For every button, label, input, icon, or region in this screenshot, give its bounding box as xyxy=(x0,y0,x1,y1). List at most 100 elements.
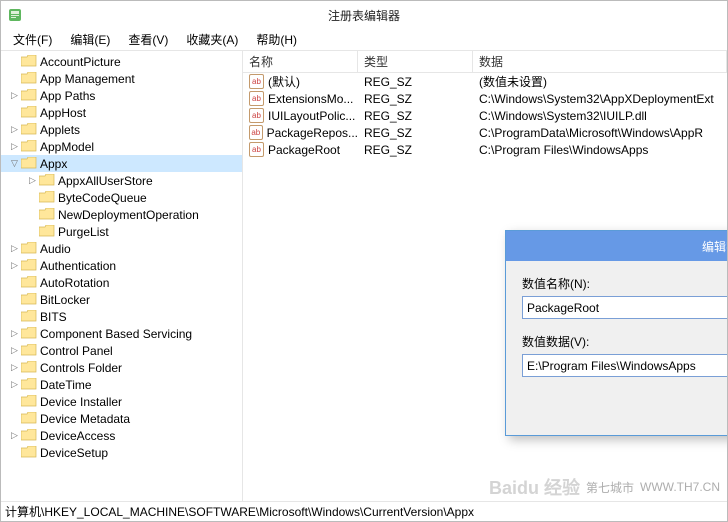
expander-icon[interactable]: ▷ xyxy=(9,430,20,441)
tree-label: DeviceAccess xyxy=(40,429,115,443)
expander-icon[interactable]: ▽ xyxy=(9,158,20,169)
folder-icon xyxy=(21,344,37,357)
expander-icon[interactable]: ▷ xyxy=(9,260,20,271)
tree-item[interactable]: ByteCodeQueue xyxy=(1,189,242,206)
menu-help[interactable]: 帮助(H) xyxy=(248,29,305,50)
tree-label: AppHost xyxy=(40,106,86,120)
tree-label: Controls Folder xyxy=(40,361,122,375)
value-name: IUILayoutPolic... xyxy=(268,109,355,123)
col-data[interactable]: 数据 xyxy=(473,51,727,72)
expander-icon[interactable] xyxy=(9,294,20,305)
dialog-titlebar[interactable]: 编辑字符串 xyxy=(506,231,727,261)
tree-pane[interactable]: AccountPictureApp Management▷App Paths Ap… xyxy=(1,51,243,501)
tree-item[interactable]: DeviceSetup xyxy=(1,444,242,461)
menu-file[interactable]: 文件(F) xyxy=(5,29,60,50)
tree-item[interactable]: NewDeploymentOperation xyxy=(1,206,242,223)
tree-label: NewDeploymentOperation xyxy=(58,208,199,222)
tree-item[interactable]: ▷Control Panel xyxy=(1,342,242,359)
folder-icon xyxy=(21,310,37,323)
tree-item[interactable]: ▷Audio xyxy=(1,240,242,257)
folder-icon xyxy=(21,89,37,102)
expander-icon[interactable]: ▷ xyxy=(9,328,20,339)
folder-icon xyxy=(21,55,37,68)
expander-icon[interactable]: ▷ xyxy=(9,141,20,152)
list-row[interactable]: ab(默认)REG_SZ(数值未设置) xyxy=(243,73,727,90)
edit-string-dialog: 编辑字符串 数值名称(N): 数值数据(V): 确定 取消 xyxy=(505,230,727,436)
tree-item[interactable]: App Management xyxy=(1,70,242,87)
expander-icon[interactable] xyxy=(9,56,20,67)
folder-icon xyxy=(21,140,37,153)
tree-item[interactable]: ▷ AppModel xyxy=(1,138,242,155)
tree-item[interactable]: ▷Authentication xyxy=(1,257,242,274)
expander-icon[interactable] xyxy=(27,192,38,203)
col-name[interactable]: 名称 xyxy=(243,51,358,72)
list-row[interactable]: abPackageRootREG_SZC:\Program Files\Wind… xyxy=(243,141,727,158)
tree-item[interactable]: ▷ DeviceAccess xyxy=(1,427,242,444)
expander-icon[interactable] xyxy=(9,413,20,424)
value-type: REG_SZ xyxy=(358,75,473,89)
folder-icon xyxy=(21,106,37,119)
expander-icon[interactable]: ▷ xyxy=(9,124,20,135)
value-type: REG_SZ xyxy=(358,126,473,140)
folder-icon xyxy=(39,191,55,204)
tree-label: AppModel xyxy=(40,140,94,154)
menu-edit[interactable]: 编辑(E) xyxy=(62,29,118,50)
folder-icon xyxy=(21,361,37,374)
tree-item[interactable]: Device Metadata xyxy=(1,410,242,427)
folder-icon xyxy=(39,208,55,221)
expander-icon[interactable] xyxy=(27,226,38,237)
tree-item[interactable]: AutoRotation xyxy=(1,274,242,291)
tree-label: AutoRotation xyxy=(40,276,109,290)
expander-icon[interactable] xyxy=(9,396,20,407)
tree-item[interactable]: ▽ Appx xyxy=(1,155,242,172)
tree-item[interactable]: AppHost xyxy=(1,104,242,121)
value-data-label: 数值数据(V): xyxy=(522,333,727,350)
status-path: 计算机\HKEY_LOCAL_MACHINE\SOFTWARE\Microsof… xyxy=(5,503,474,520)
folder-icon xyxy=(21,123,37,136)
expander-icon[interactable]: ▷ xyxy=(9,345,20,356)
tree-item[interactable]: ▷ Controls Folder xyxy=(1,359,242,376)
tree-item[interactable]: AccountPicture xyxy=(1,53,242,70)
tree-item[interactable]: ▷AppxAllUserStore xyxy=(1,172,242,189)
tree-item[interactable]: ▷Component Based Servicing xyxy=(1,325,242,342)
expander-icon[interactable]: ▷ xyxy=(9,362,20,373)
list-row[interactable]: abPackageRepos...REG_SZC:\ProgramData\Mi… xyxy=(243,124,727,141)
window-title: 注册表编辑器 xyxy=(328,7,400,24)
menu-view[interactable]: 查看(V) xyxy=(120,29,176,50)
expander-icon[interactable] xyxy=(9,73,20,84)
titlebar: 注册表编辑器 xyxy=(1,1,727,29)
expander-icon[interactable] xyxy=(9,107,20,118)
expander-icon[interactable]: ▷ xyxy=(9,379,20,390)
expander-icon[interactable]: ▷ xyxy=(9,90,20,101)
expander-icon[interactable] xyxy=(9,277,20,288)
menu-favorites[interactable]: 收藏夹(A) xyxy=(178,29,246,50)
folder-icon xyxy=(21,327,37,340)
tree-label: Appx xyxy=(40,157,67,171)
tree-item[interactable]: Device Installer xyxy=(1,393,242,410)
folder-icon xyxy=(21,259,37,272)
folder-icon xyxy=(21,242,37,255)
tree-item[interactable]: BITS xyxy=(1,308,242,325)
list-row[interactable]: abIUILayoutPolic...REG_SZC:\Windows\Syst… xyxy=(243,107,727,124)
folder-icon xyxy=(21,429,37,442)
tree-item[interactable]: PurgeList xyxy=(1,223,242,240)
string-value-icon: ab xyxy=(249,108,264,123)
value-name-input[interactable] xyxy=(522,296,727,319)
col-type[interactable]: 类型 xyxy=(358,51,473,72)
expander-icon[interactable] xyxy=(9,311,20,322)
expander-icon[interactable] xyxy=(27,209,38,220)
dialog-body: 数值名称(N): 数值数据(V): 确定 取消 xyxy=(506,261,727,435)
expander-icon[interactable]: ▷ xyxy=(27,175,38,186)
app-icon xyxy=(7,7,23,23)
tree-item[interactable]: ▷App Paths xyxy=(1,87,242,104)
list-row[interactable]: abExtensionsMo...REG_SZC:\Windows\System… xyxy=(243,90,727,107)
tree-label: BITS xyxy=(40,310,67,324)
tree-item[interactable]: ▷Applets xyxy=(1,121,242,138)
value-data: C:\ProgramData\Microsoft\Windows\AppR xyxy=(473,126,727,140)
tree-item[interactable]: ▷DateTime xyxy=(1,376,242,393)
tree-item[interactable]: BitLocker xyxy=(1,291,242,308)
expander-icon[interactable]: ▷ xyxy=(9,243,20,254)
tree-label: Device Installer xyxy=(40,395,122,409)
expander-icon[interactable] xyxy=(9,447,20,458)
value-data-input[interactable] xyxy=(522,354,727,377)
